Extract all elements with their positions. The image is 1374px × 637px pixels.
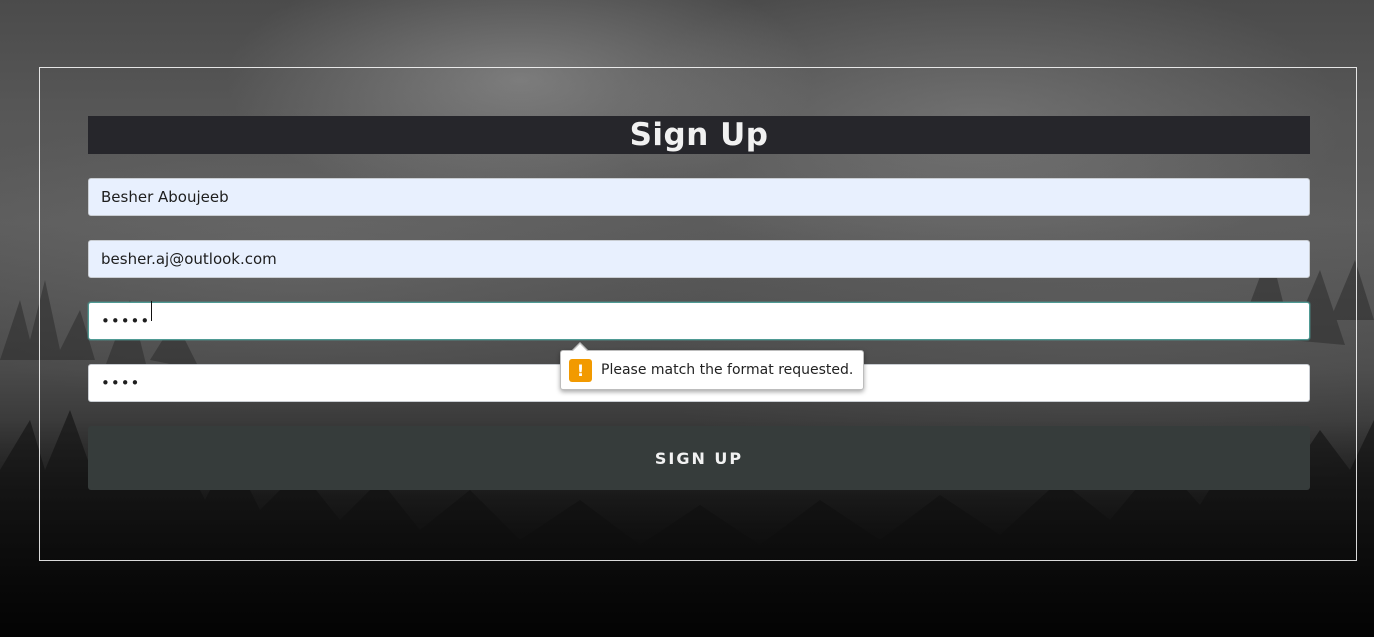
sign-up-button[interactable]: SIGN UP: [88, 426, 1310, 490]
email-field-value: besher.aj@outlook.com: [101, 250, 277, 268]
tooltip-arrow-inner: [572, 344, 588, 352]
warning-icon: !: [569, 358, 592, 382]
name-field-value: Besher Aboujeeb: [101, 188, 229, 206]
text-caret: [151, 301, 153, 321]
validation-tooltip: ! Please match the format requested.: [560, 342, 865, 390]
title-bar: Sign Up: [88, 116, 1310, 154]
password-field-value: •••••: [101, 312, 151, 330]
name-field[interactable]: Besher Aboujeeb: [88, 178, 1310, 216]
confirm-password-field-value: ••••: [101, 374, 141, 392]
page-title: Sign Up: [629, 117, 769, 153]
validation-message: Please match the format requested.: [601, 362, 854, 378]
password-field[interactable]: •••••: [88, 301, 1310, 340]
email-field[interactable]: besher.aj@outlook.com: [88, 240, 1310, 278]
